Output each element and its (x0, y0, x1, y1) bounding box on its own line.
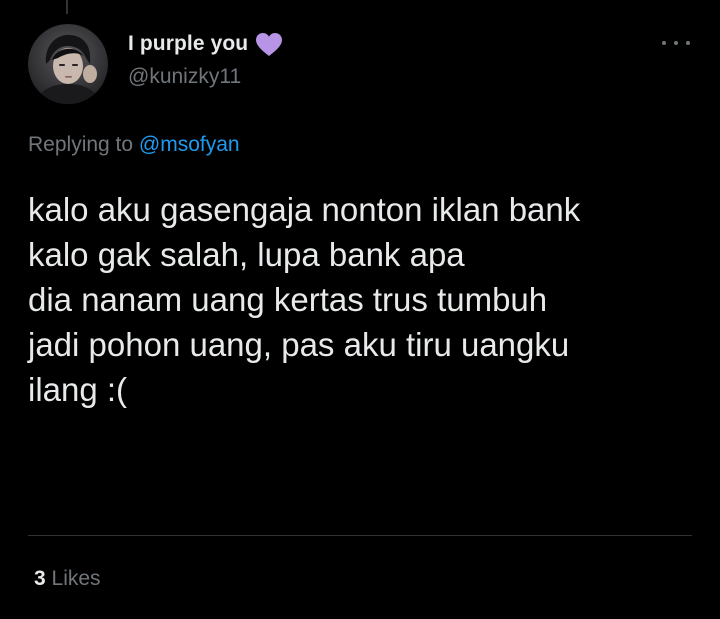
tweet-text-line: kalo aku gasengaja nonton iklan bank (28, 191, 581, 228)
more-dot-icon (686, 41, 690, 45)
likes-count: 3 (34, 567, 46, 590)
tweet-text: kalo aku gasengaja nonton iklan bank kal… (28, 187, 698, 412)
replying-to: Replying to @msofyan (28, 133, 240, 157)
tweet-text-line: jadi pohon uang, pas aku tiru uangku (28, 326, 570, 363)
avatar[interactable] (28, 24, 108, 104)
user-handle[interactable]: @kunizky11 (128, 65, 241, 89)
likes-label: Likes (51, 567, 101, 590)
thread-connector-line (66, 0, 68, 14)
replying-to-label: Replying to (28, 133, 134, 156)
tweet-text-line: kalo gak salah, lupa bank apa (28, 236, 465, 273)
divider (28, 535, 692, 536)
display-name[interactable]: I purple you (128, 32, 248, 56)
purple-heart-icon (255, 32, 283, 58)
tweet-card: I purple you @kunizky11 Replying to @mso… (0, 0, 720, 619)
user-name-row: I purple you (128, 30, 283, 58)
tweet-text-line: dia nanam uang kertas trus tumbuh (28, 281, 548, 318)
more-dot-icon (674, 41, 678, 45)
tweet-text-line: ilang :( (28, 371, 128, 408)
more-dot-icon (662, 41, 666, 45)
likes-stat-link[interactable]: 3 Likes (34, 567, 101, 591)
more-options-button[interactable] (662, 36, 690, 50)
reply-mention-link[interactable]: @msofyan (139, 133, 240, 156)
avatar-image (28, 24, 108, 104)
